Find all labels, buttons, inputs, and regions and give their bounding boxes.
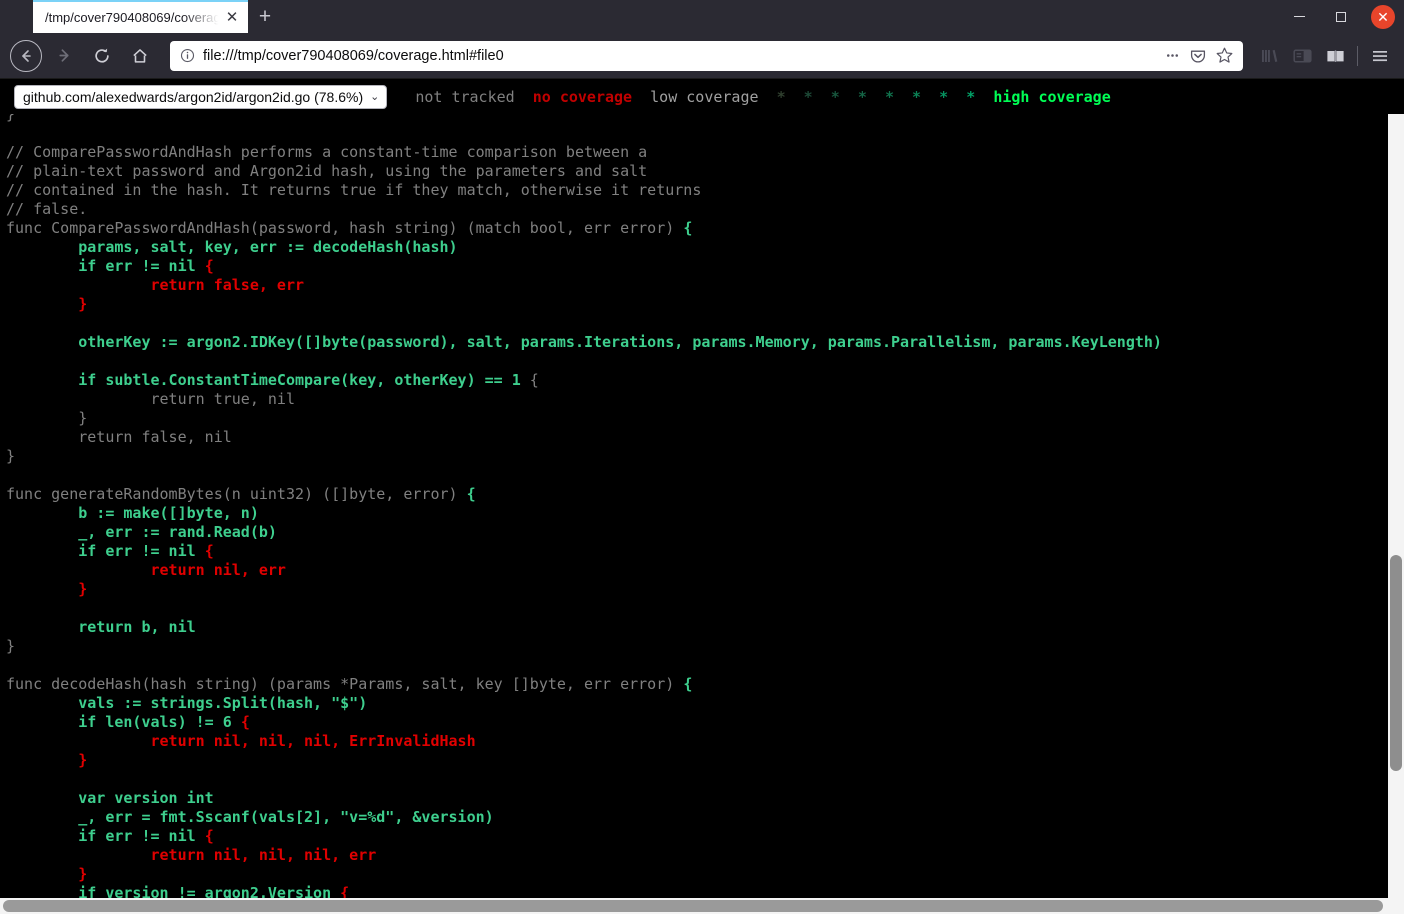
code-span: if err != nil <box>6 827 205 845</box>
address-bar[interactable]: file:///tmp/cover790408069/coverage.html… <box>170 40 1243 71</box>
code-span: _, err = fmt.Sscanf(vals[2], "v=%d", &ve… <box>6 808 494 826</box>
reload-icon <box>93 47 111 65</box>
code-span: return false, err <box>6 276 305 294</box>
sidebar-icon[interactable] <box>1286 39 1319 73</box>
code-span: // contained in the hash. It returns tru… <box>6 181 702 199</box>
code-span: } <box>6 865 88 883</box>
code-span: // false. <box>6 200 88 218</box>
source-code: } // ComparePasswordAndHash performs a c… <box>0 114 1162 903</box>
code-span: } <box>6 637 16 655</box>
legend-gradient-star-2: * <box>821 87 849 106</box>
code-span: } <box>6 751 88 769</box>
browser-titlebar: /tmp/cover790408069/coverage.html#file0 … <box>0 0 1404 33</box>
code-span: { <box>204 827 214 845</box>
legend-coverage-gradient: * * * * * * * * <box>768 88 985 106</box>
tab-title: /tmp/cover790408069/coverage.html#file0 <box>45 10 222 25</box>
code-span: if err != nil <box>6 257 205 275</box>
code-span: return nil, nil, nil, err <box>6 846 377 864</box>
code-span: { <box>204 257 214 275</box>
legend-no-coverage: no coverage <box>532 87 633 106</box>
home-icon <box>131 47 149 65</box>
maximize-icon[interactable] <box>1320 0 1362 33</box>
code-span: b := make([]byte, n) <box>6 504 259 522</box>
code-span: // plain-text password and Argon2id hash… <box>6 162 648 180</box>
new-tab-button[interactable]: + <box>248 0 282 33</box>
window-close-button[interactable]: ✕ <box>1362 0 1404 33</box>
code-span: if len(vals) != 6 <box>6 713 241 731</box>
reload-button[interactable] <box>84 39 120 73</box>
code-span: return false, nil <box>6 428 232 446</box>
vertical-scrollbar[interactable] <box>1388 114 1404 898</box>
legend-gradient-star-1: * <box>794 87 822 106</box>
legend-gradient-star-3: * <box>848 87 876 106</box>
legend-not-tracked: not tracked <box>415 87 515 106</box>
browser-toolbar-icons <box>1253 39 1396 73</box>
code-span: { <box>529 371 539 389</box>
library-icon[interactable] <box>1253 39 1286 73</box>
coverage-code-view: } // ComparePasswordAndHash performs a c… <box>0 114 1404 914</box>
chevron-down-icon: ⌄ <box>370 91 380 103</box>
forward-button[interactable] <box>46 39 82 73</box>
code-span: var version int <box>6 789 214 807</box>
code-span: // ComparePasswordAndHash performs a con… <box>6 143 648 161</box>
code-span: { <box>240 713 250 731</box>
minimize-icon[interactable] <box>1278 0 1320 33</box>
legend-gradient-star-6: * <box>930 87 958 106</box>
code-span: func ComparePasswordAndHash(password, ha… <box>6 219 684 237</box>
code-span: return nil, nil, nil, ErrInvalidHash <box>6 732 476 750</box>
coverage-toolbar: github.com/alexedwards/argon2id/argon2id… <box>0 78 1404 114</box>
code-span: func decodeHash(hash string) (params *Pa… <box>6 675 684 693</box>
file-select-value: github.com/alexedwards/argon2id/argon2id… <box>23 88 364 105</box>
code-span: { <box>683 219 693 237</box>
legend-low-coverage: low coverage <box>650 87 759 106</box>
page-actions-icon[interactable] <box>1159 43 1185 69</box>
legend-gradient-star-5: * <box>903 87 931 106</box>
hamburger-menu-icon[interactable] <box>1363 39 1396 73</box>
legend-high-coverage: high coverage <box>993 87 1111 106</box>
horizontal-scrollbar-thumb[interactable] <box>3 900 1383 912</box>
browser-navbar: file:///tmp/cover790408069/coverage.html… <box>0 33 1404 78</box>
reader-view-icon[interactable] <box>1319 39 1352 73</box>
code-span: return true, nil <box>6 390 295 408</box>
code-span: otherKey := argon2.IDKey([]byte(password… <box>6 333 1162 351</box>
browser-tab[interactable]: /tmp/cover790408069/coverage.html#file0 … <box>33 0 248 33</box>
code-span: { <box>683 675 693 693</box>
home-button[interactable] <box>122 39 158 73</box>
code-span: } <box>6 447 16 465</box>
code-span: params, salt, key, err := decodeHash(has… <box>6 238 458 256</box>
bookmark-star-icon[interactable] <box>1211 43 1237 69</box>
pocket-icon[interactable] <box>1185 43 1211 69</box>
window-controls: ✕ <box>1278 0 1404 33</box>
code-span: if subtle.ConstantTimeCompare(key, other… <box>6 371 530 389</box>
code-span: } <box>6 580 88 598</box>
legend-gradient-star-0: * <box>767 87 795 106</box>
file-select-dropdown[interactable]: github.com/alexedwards/argon2id/argon2id… <box>14 84 388 109</box>
code-span: { <box>466 485 476 503</box>
code-span: _, err := rand.Read(b) <box>6 523 277 541</box>
code-span: } <box>6 409 88 427</box>
close-icon[interactable]: ✕ <box>222 8 242 28</box>
legend-gradient-star-7: * <box>957 87 985 106</box>
code-span: func generateRandomBytes(n uint32) ([]by… <box>6 485 467 503</box>
code-span: if err != nil <box>6 542 205 560</box>
horizontal-scrollbar[interactable] <box>0 898 1404 914</box>
url-input[interactable]: file:///tmp/cover790408069/coverage.html… <box>196 48 1159 64</box>
back-icon <box>10 39 42 72</box>
code-span: return b, nil <box>6 618 196 636</box>
back-button[interactable] <box>8 39 44 73</box>
close-icon: ✕ <box>1371 4 1395 29</box>
page-info-icon[interactable] <box>178 47 196 65</box>
code-span: } <box>6 295 88 313</box>
code-span: return nil, err <box>6 561 286 579</box>
vertical-scrollbar-thumb[interactable] <box>1390 555 1402 771</box>
toolbar-divider <box>1357 45 1358 66</box>
code-span: { <box>204 542 214 560</box>
forward-icon <box>56 47 73 64</box>
code-span: } <box>6 114 16 123</box>
legend-gradient-star-4: * <box>875 87 904 106</box>
code-span: vals := strings.Split(hash, "$") <box>6 694 368 712</box>
coverage-legend: not tracked no coverage low coverage * *… <box>415 88 1110 106</box>
